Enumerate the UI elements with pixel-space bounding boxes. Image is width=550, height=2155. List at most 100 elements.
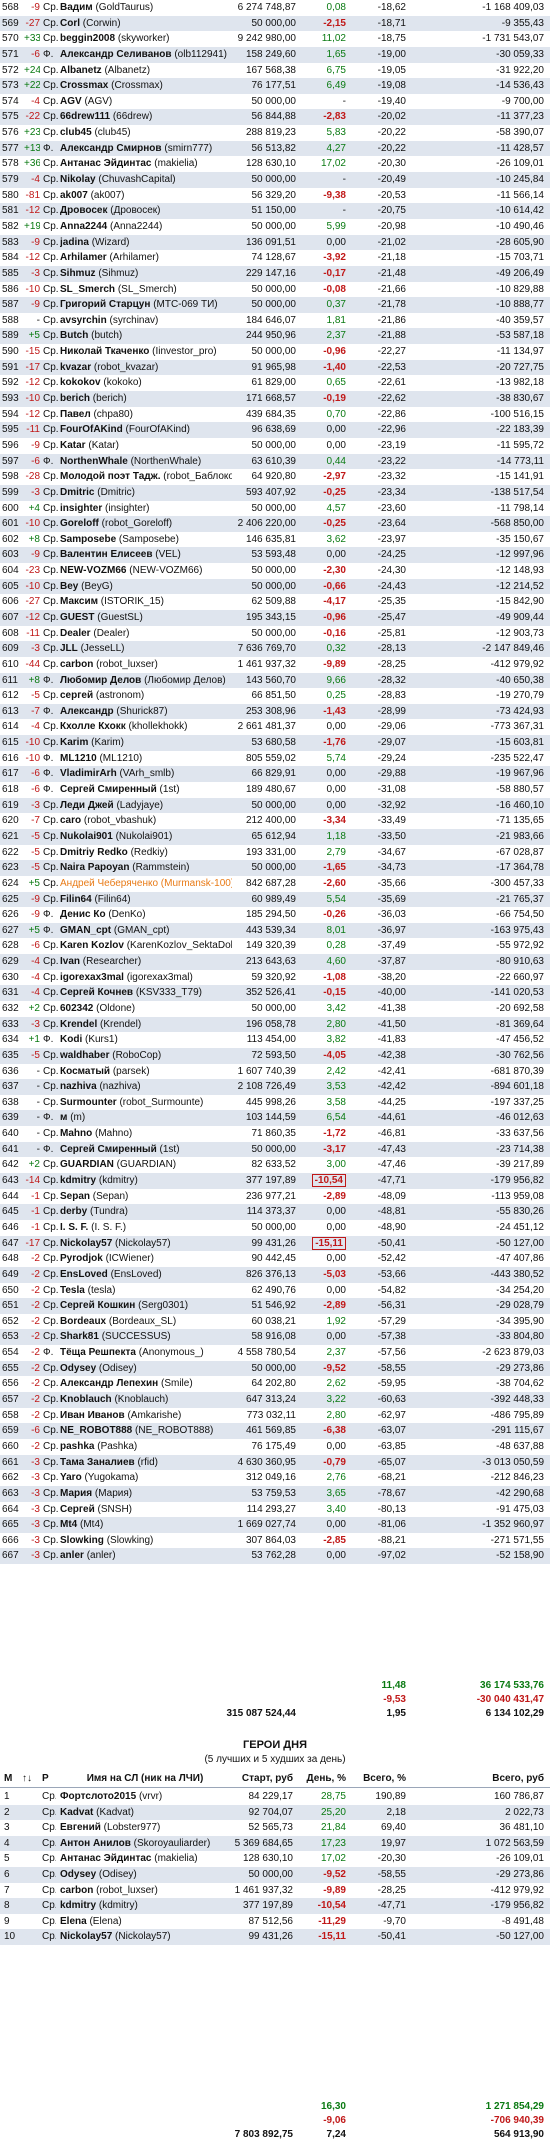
table-row: 635 -5 Ср. waldhaber (RoboCop) 72 593,50 -4,0… xyxy=(0,1047,550,1064)
table-row: 664 -3 Ср. Сергей (SNSH) 114 293,27 3,40 -80,1… xyxy=(0,1502,550,1518)
table-row: 629 -4 Ср. Ivan (Researcher) 213 643,63 4,60 -… xyxy=(0,954,550,970)
section-cell: Ср. xyxy=(43,408,59,420)
participant-cell: Ivan (Researcher) xyxy=(60,954,232,970)
total-rub-cell: -271 571,55 xyxy=(490,1534,544,1546)
day-pct-cell: 0,00 xyxy=(300,438,346,454)
participant-login: (Kurs1) xyxy=(85,1034,118,1046)
participant-login: (Arhilamer) xyxy=(109,252,159,264)
total-pct-cell: -22,62 xyxy=(377,393,406,405)
heroes-positive-day: 16,30 xyxy=(320,2101,346,2112)
participant-cell: avsyrchin (syrchinav) xyxy=(60,313,232,329)
section-cell: Ср. xyxy=(43,80,59,92)
hero-login: (makielia) xyxy=(154,1853,198,1865)
rank-cell: 657 xyxy=(2,1394,19,1406)
capital-cell: 136 091,51 xyxy=(245,236,296,248)
participant-nick: Mt4 xyxy=(60,1519,78,1531)
capital-cell: 146 635,81 xyxy=(245,533,296,545)
total-rub-cell: -291 115,67 xyxy=(491,1425,544,1437)
total-rub-cell: -163 975,43 xyxy=(490,924,544,936)
table-row: 626 -9 Ф. Денис Ко (DenKo) 185 294,50 -0,26 -3… xyxy=(0,907,550,923)
participant-login: (skyworker) xyxy=(117,33,170,45)
rank-change-cell: +23 xyxy=(24,127,40,139)
participant-login: (NorthenWhale) xyxy=(130,455,202,467)
participant-nick: Вадим xyxy=(60,2,93,13)
participant-nick: Dmitriy Redko xyxy=(60,846,128,858)
rank-cell: 605 xyxy=(2,580,19,592)
participant-nick: Антанас Эйдинтас xyxy=(60,158,152,170)
hero-participant: Евгений (Lobster977) xyxy=(60,1820,230,1836)
rank-cell: 620 xyxy=(2,815,19,827)
total-pct-cell: -32,92 xyxy=(377,799,406,811)
day-pct-cell: 0,70 xyxy=(300,407,346,423)
day-pct-cell: 17,02 xyxy=(300,156,346,172)
day-pct-value: -0,25 xyxy=(323,518,346,530)
capital-cell: 66 829,91 xyxy=(251,768,297,780)
participant-login: (parsek) xyxy=(112,1065,150,1077)
table-row: 663 -3 Ср. Мария (Мария) 53 759,53 3,65 -78,67… xyxy=(0,1485,550,1502)
day-pct-cell: -3,17 xyxy=(300,1142,346,1158)
rank-cell: 645 xyxy=(2,1206,19,1218)
day-pct-value: 8,01 xyxy=(326,924,346,936)
table-row: 628 -6 Ср. Karen Kozlov (KarenKozlov_SektaD… xyxy=(0,938,550,954)
capital-cell: 1 607 740,39 xyxy=(237,1065,296,1077)
rank-change-cell: -4 xyxy=(31,721,40,733)
rank-cell: 647 xyxy=(2,1237,19,1249)
rank-cell: 667 xyxy=(2,1550,19,1562)
participant-nick: Corl xyxy=(60,17,80,29)
total-rub-cell: -100 516,15 xyxy=(490,408,544,420)
table-row: 641 - Ф. Сергей Смиренный (1st) 50 000,00 -3,… xyxy=(0,1141,550,1158)
rank-change-cell: -17 xyxy=(25,1237,40,1249)
total-pct-cell: -40,00 xyxy=(377,987,406,999)
participant-login: (Sihmuz) xyxy=(98,267,139,279)
total-rub-cell: -22 660,97 xyxy=(496,971,544,983)
day-pct-value: 0,08 xyxy=(326,2,346,13)
total-pct-cell: -22,53 xyxy=(377,361,406,373)
day-pct-value: 2,42 xyxy=(326,1065,346,1077)
rank-change-cell: -11 xyxy=(26,627,40,639)
capital-cell: 443 539,34 xyxy=(245,924,296,936)
day-pct-value: 0,00 xyxy=(326,549,346,561)
capital-cell: 50 000,00 xyxy=(251,580,297,592)
capital-cell: 2 406 220,00 xyxy=(237,518,296,530)
rank-change-cell: -3 xyxy=(31,267,40,279)
day-pct-cell: 3,53 xyxy=(300,1079,346,1095)
participant-nick: 602342 xyxy=(60,1003,94,1014)
participant-nick: Тама Заналиев xyxy=(60,1456,135,1468)
table-row: 581 -12 Ср. Дровосек (Дровосек) 51 150,00 - -2… xyxy=(0,203,550,219)
participant-login: (rfid) xyxy=(137,1456,159,1468)
participant-cell: AGV (AGV) xyxy=(60,94,232,110)
day-pct-value: -3,17 xyxy=(323,1143,346,1155)
rank-change-cell: -10 xyxy=(25,283,40,295)
table-row: 577 +13 Ф. Александр Смирнов (smirn777) 56 5… xyxy=(0,140,550,157)
participant-cell: Александр Селиванов (olb112941) xyxy=(60,47,232,63)
table-row: 653 -2 Ср. Shark81 (SUCCESSUS) 58 916,08 0,00… xyxy=(0,1329,550,1346)
total-pct-cell: -33,50 xyxy=(377,830,406,842)
hero-day-pct: 17,02 xyxy=(320,1853,346,1865)
participant-cell: insighter (insighter) xyxy=(60,501,232,517)
rank-cell: 644 xyxy=(2,1190,19,1202)
total-rub-cell: -2 623 879,03 xyxy=(482,1347,544,1359)
total-rub-cell: -197 337,25 xyxy=(490,1096,544,1108)
hero-start: 377 197,89 xyxy=(242,1900,293,1912)
participant-login: (insighter) xyxy=(105,502,150,514)
total-pct-cell: -36,03 xyxy=(377,909,406,921)
total-pct-cell: -78,67 xyxy=(377,1487,406,1499)
table-row: 600 +4 Ср. insighter (insighter) 50 000,00 4,… xyxy=(0,501,550,517)
participant-cell: caro (robot_vbashuk) xyxy=(60,813,232,829)
table-row: 633 -3 Ср. Krendel (Krendel) 196 058,78 2,80 -… xyxy=(0,1016,550,1033)
rank-cell: 578 xyxy=(2,158,19,170)
participant-nick: FourOfAKind xyxy=(60,424,123,436)
total-rub-cell: -11 595,72 xyxy=(496,439,544,451)
total-pct-cell: -41,83 xyxy=(377,1034,406,1046)
rank-cell: 569 xyxy=(2,17,19,29)
capital-cell: 7 636 769,70 xyxy=(237,643,296,655)
hero-total-rub: 1 072 563,59 xyxy=(485,1837,544,1849)
participant-nick: Александр Селиванов xyxy=(60,48,172,60)
table-row: 659 -6 Ср. NE_ROBOT888 (NE_ROBOT888) 461 569… xyxy=(0,1423,550,1439)
total-pct-cell: -88,21 xyxy=(377,1534,406,1546)
participant-cell: Crossmax (Crossmax) xyxy=(60,78,232,94)
participant-nick: NEW-VOZM66 xyxy=(60,565,127,577)
participant-cell: Молодой поэт Тадж. (robot_Баблокос) xyxy=(60,469,232,485)
participant-nick: Sepan xyxy=(60,1190,91,1202)
rank-cell: 630 xyxy=(2,971,19,983)
